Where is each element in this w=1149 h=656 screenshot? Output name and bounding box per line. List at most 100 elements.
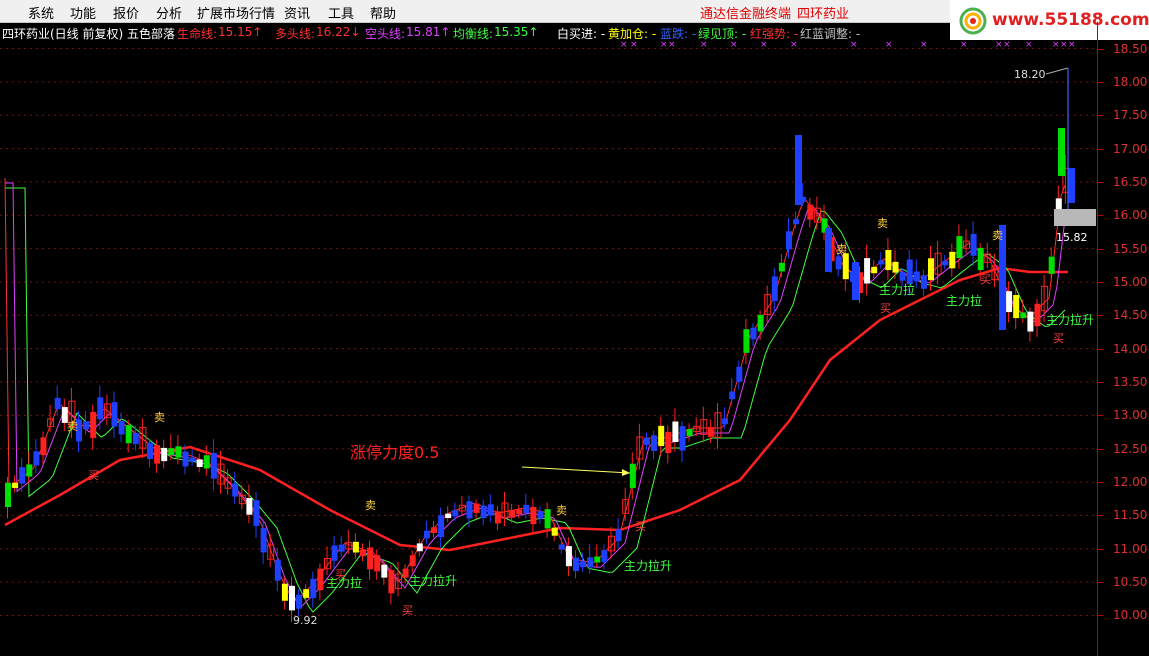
- price-tick-label: 14.50: [1113, 308, 1148, 323]
- main-force-rise-label: 主力拉: [879, 283, 916, 297]
- menu-tools[interactable]: 工具: [328, 3, 354, 22]
- yellow-add-signal: 黄加仓: -: [608, 27, 657, 41]
- candle-body: [175, 446, 182, 458]
- candle-body: [296, 594, 303, 609]
- balance-line-value: 15.35↑: [494, 25, 539, 39]
- candle-body: [679, 426, 686, 451]
- candle-body: [722, 418, 729, 425]
- candle-body: [615, 529, 622, 542]
- price-tick-mark: [1097, 181, 1103, 183]
- candle-body: [736, 366, 743, 382]
- candle-body: [374, 555, 381, 572]
- lifeline-label: 生命线:: [177, 27, 218, 41]
- candle-body: [786, 231, 792, 250]
- candle-body: [246, 498, 253, 515]
- top-signal-mark: ×: [700, 41, 708, 50]
- top-signal-mark: ×: [850, 41, 858, 50]
- menu-function[interactable]: 功能: [70, 3, 96, 22]
- candle-body: [5, 482, 11, 507]
- candle-body: [509, 509, 516, 518]
- price-tick-label: 10.50: [1113, 575, 1148, 590]
- candle-body: [551, 527, 558, 536]
- sell-signal-label: 卖: [556, 504, 567, 517]
- candle-body: [864, 258, 871, 284]
- candle-body: [388, 570, 395, 594]
- candle-body: [90, 412, 97, 438]
- candle-body: [132, 432, 139, 445]
- candle-body: [409, 555, 416, 567]
- candle-body: [892, 261, 899, 273]
- menu-news[interactable]: 资讯: [284, 3, 310, 22]
- candle-body: [260, 528, 267, 553]
- candle-body: [12, 482, 19, 489]
- lifeline-value: 15.15↑: [218, 25, 263, 39]
- candle-body: [54, 397, 61, 410]
- candle-body: [899, 272, 906, 281]
- candle-body: [878, 260, 885, 265]
- candle-body: [651, 435, 658, 451]
- price-tick-mark: [1097, 515, 1103, 517]
- top-signal-mark: ×: [1060, 41, 1068, 50]
- candle-body: [544, 509, 551, 529]
- candle-body: [956, 236, 963, 259]
- candle-body: [807, 204, 814, 220]
- menu-analysis[interactable]: 分析: [156, 3, 182, 22]
- top-signal-mark: ×: [760, 41, 768, 50]
- kline-chart[interactable]: × × × × × × × × × × × × × × × × × ×: [0, 41, 1097, 656]
- candle-body: [558, 544, 565, 550]
- candle-body: [445, 513, 452, 518]
- candle-body: [537, 511, 544, 519]
- sell-signal-label: 卖: [365, 499, 376, 512]
- candle-body: [189, 457, 196, 462]
- menu-extended-market[interactable]: 扩展市场行情: [197, 3, 275, 22]
- top-signal-mark: ×: [660, 41, 668, 50]
- price-tick-label: 15.00: [1113, 274, 1148, 289]
- candle-body: [161, 447, 168, 462]
- candle-body: [281, 583, 288, 601]
- candle-body: [466, 501, 473, 519]
- candle-body: [168, 448, 175, 456]
- price-tick-label: 13.50: [1113, 375, 1148, 389]
- candle-body: [367, 547, 374, 570]
- candle-body: [203, 455, 210, 469]
- sell-signal-label: 卖: [836, 243, 847, 256]
- candle-body: [1034, 303, 1041, 327]
- short-line-curve: [5, 182, 1066, 608]
- candle-body: [431, 527, 437, 534]
- price-tick-mark: [1097, 48, 1103, 50]
- candle-body: [360, 549, 366, 557]
- candle-body: [33, 451, 40, 466]
- white-buy-signal: 白买进: -: [557, 27, 606, 41]
- top-signal-mark: ×: [730, 41, 738, 50]
- price-tick-label: 11.50: [1113, 508, 1148, 523]
- candle-body: [111, 402, 118, 427]
- long-line-label: 多头线:: [275, 27, 316, 41]
- red-strong-signal: 红强势: -: [750, 27, 799, 41]
- chart-title: 四环药业(日线 前复权) 五色部落: [2, 27, 175, 41]
- candle-body: [523, 504, 530, 514]
- candle-body: [1068, 168, 1075, 203]
- candle-body: [494, 511, 501, 524]
- menu-quote[interactable]: 报价: [113, 3, 139, 22]
- price-tick-mark: [1097, 281, 1103, 283]
- low-price-marker: 9.92: [293, 614, 318, 627]
- top-signal-mark: ×: [620, 41, 628, 50]
- menu-system[interactable]: 系统: [28, 3, 54, 22]
- main-force-rise-label: 主力拉: [946, 294, 983, 308]
- candle-body: [795, 135, 802, 205]
- menu-help[interactable]: 帮助: [370, 3, 396, 22]
- candle-body: [97, 397, 104, 420]
- price-tick-mark: [1097, 382, 1103, 383]
- candle-body: [154, 445, 161, 464]
- candle-body: [707, 427, 714, 437]
- top-signal-mark: ×: [790, 41, 798, 50]
- candle-body: [928, 258, 934, 281]
- candle-body: [686, 428, 693, 437]
- price-tick-label: 18.50: [1113, 41, 1148, 56]
- price-tick-label: 12.50: [1113, 441, 1148, 456]
- price-tick-label: 17.00: [1113, 141, 1148, 156]
- price-tick-mark: [1097, 448, 1103, 450]
- candle-body: [871, 266, 878, 274]
- green-top-signal: 绿见顶: -: [698, 27, 747, 41]
- candle-body: [83, 421, 90, 430]
